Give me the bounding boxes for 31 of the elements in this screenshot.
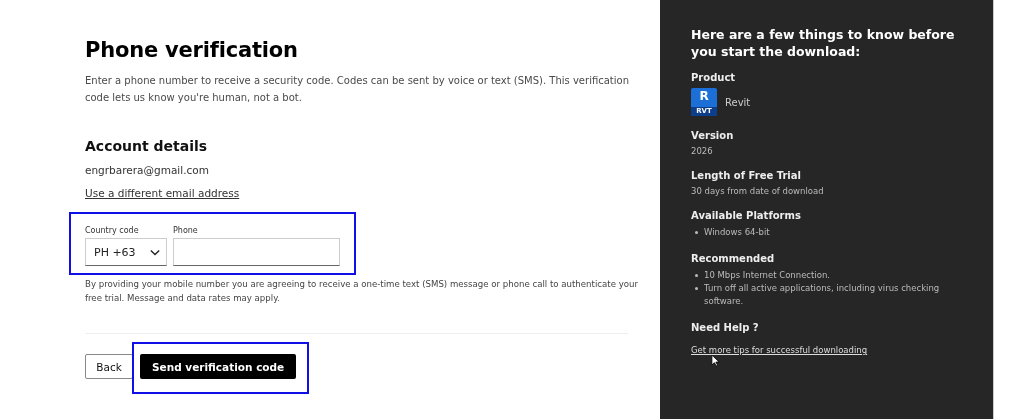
disclaimer-text: By providing your mobile number you are agreeing to receive a one-time text (SMS) message or phone call to authenticate your free trial. Message and data rates may apply.: [85, 278, 639, 305]
list-item-text: 10 Mbps Internet Connection.: [704, 269, 831, 282]
info-label: Length of Free Trial: [691, 170, 802, 181]
section-heading: Account details: [85, 138, 209, 154]
send-code-button[interactable]: Send verification code: [140, 354, 297, 379]
product-name: Revit: [725, 96, 751, 108]
description-text: Enter a phone number to receive a security code. Codes can be sent by voice or text (SMS). This verification code lets us know you're human, not a bot.: [85, 74, 630, 105]
list-item-text: Turn off all active applications, including virus checking software.: [704, 282, 941, 308]
email-text: engrbarera@gmail.com: [85, 164, 210, 176]
info-label: Available Platforms: [691, 210, 802, 221]
bullet-icon: [695, 231, 698, 234]
cursor-icon: [711, 354, 720, 367]
back-button[interactable]: Back: [85, 354, 133, 379]
field-label: Country code: [85, 226, 139, 235]
chevron-icon: [150, 248, 160, 256]
info-label: Version: [691, 130, 735, 141]
bullet-icon: [695, 287, 698, 290]
info-value: 2026: [691, 146, 714, 156]
country-select[interactable]: PH +63: [85, 238, 167, 266]
help-link[interactable]: Get more tips for successful downloading: [691, 345, 868, 355]
info-label: Recommended: [691, 253, 776, 264]
info-value: 30 days from date of download: [691, 186, 825, 196]
change-email-link[interactable]: Use a different email address: [85, 187, 240, 199]
bullet-icon: [695, 274, 698, 277]
phone-field[interactable]: [173, 238, 340, 266]
info-label: Need Help ?: [691, 322, 760, 333]
panel-heading: Here are a few things to know before you start the download:: [691, 26, 956, 60]
field-label: Phone: [173, 226, 198, 235]
info-label: Product: [691, 72, 737, 83]
page-title: Phone verification: [85, 38, 299, 62]
list-item-text: Windows 64-bit: [704, 226, 770, 239]
